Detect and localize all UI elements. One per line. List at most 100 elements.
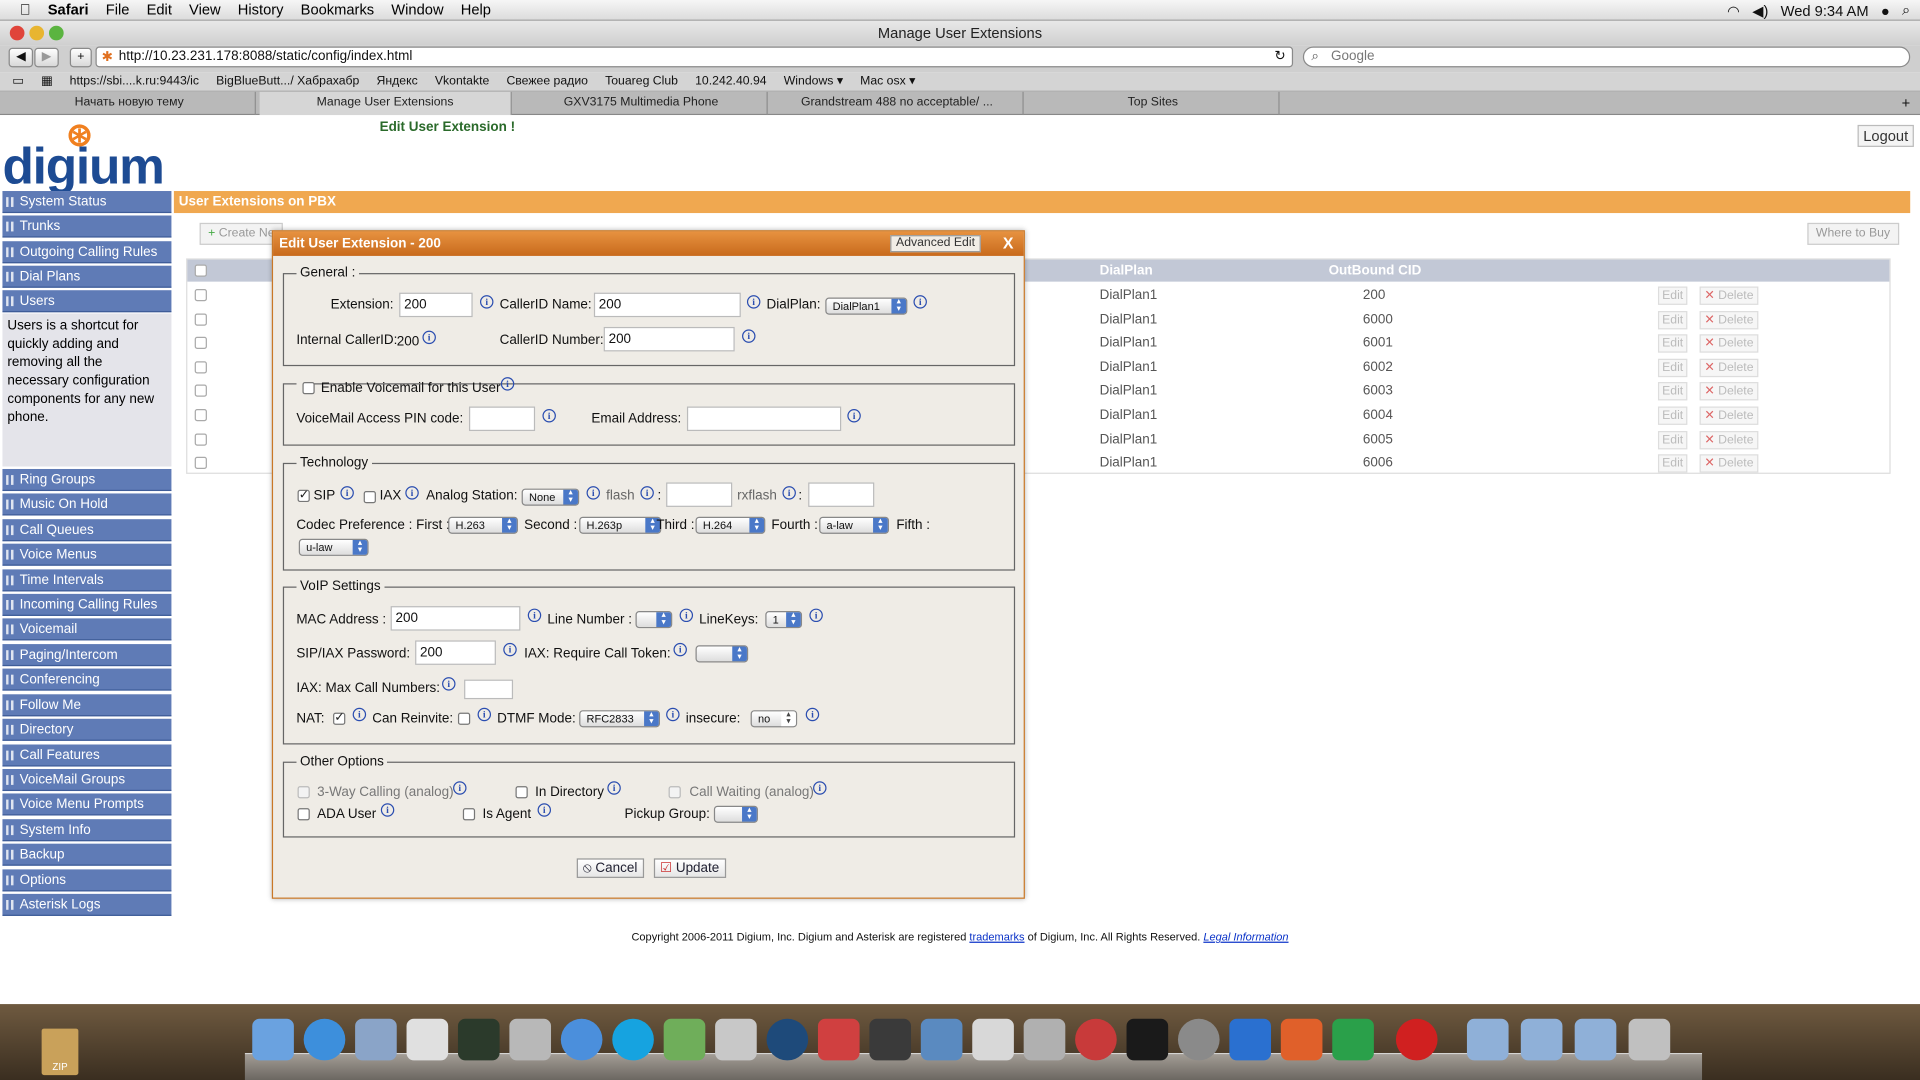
max-call-input[interactable] [464,679,514,700]
excel-icon[interactable] [1332,1018,1374,1061]
info-icon[interactable]: i [500,377,515,391]
info-icon[interactable]: i [607,781,621,795]
menu-edit[interactable]: Edit [147,1,172,18]
menu-file[interactable]: File [106,1,130,18]
trademarks-link[interactable]: trademarks [969,931,1024,943]
info-icon[interactable]: i [442,677,456,691]
sidebar-item-voice-menus[interactable]: Voice Menus [2,543,172,566]
reinvite-checkbox[interactable] [457,712,471,725]
edit-row-button[interactable]: Edit [1657,406,1688,425]
volume-icon[interactable]: ◀) [1752,2,1768,19]
iax-checkbox[interactable] [363,491,376,504]
sidebar-item-call-features[interactable]: Call Features [2,744,172,767]
info-icon[interactable]: i [380,803,395,817]
sidebar-item-dial-plans[interactable]: Dial Plans [2,265,172,288]
forward-button[interactable]: ▶ [34,47,59,68]
satellite-icon[interactable] [715,1018,757,1061]
installer-icon[interactable] [972,1018,1014,1061]
activity-monitor-icon[interactable] [457,1018,500,1061]
row-checkbox[interactable] [194,432,207,446]
sidebar-item-follow-me[interactable]: Follow Me [2,694,172,717]
search-field[interactable]: ⌕ Google [1302,46,1911,68]
is-agent-checkbox[interactable] [462,808,476,821]
info-icon[interactable]: i [405,486,419,500]
delete-row-button[interactable]: ✕ Delete [1699,406,1759,425]
bookmark-item[interactable]: Яндекс [377,75,418,88]
system-preferences-icon[interactable] [1177,1018,1220,1061]
create-user-button[interactable]: + Create Ne [199,222,284,245]
enable-voicemail-checkbox[interactable] [302,382,315,395]
menu-help[interactable]: Help [461,1,491,18]
info-icon[interactable]: i [480,295,494,309]
edit-row-button[interactable]: Edit [1657,310,1688,329]
sidebar-item-trunks[interactable]: Trunks [2,215,172,238]
close-window-icon[interactable] [9,25,25,41]
word-icon[interactable] [1229,1018,1272,1061]
close-dialog-button[interactable]: X [1003,231,1014,255]
zip-file-icon[interactable]: ZIP [41,1028,79,1076]
browser-tab[interactable]: Начать новую тему [4,91,256,116]
wifi-icon[interactable]: ◠ [1727,2,1740,19]
info-icon[interactable]: i [742,329,756,343]
terminal-c-icon[interactable] [766,1018,809,1061]
bookmark-item[interactable]: 10.242.40.94 [695,75,766,88]
browser-tab[interactable]: Top Sites [1027,91,1280,116]
pickup-group-select[interactable]: ▴ ▾ [713,805,758,823]
sidebar-item-system-status[interactable]: System Status [2,191,172,214]
codec-first-select[interactable]: H.263 ▴ ▾ [448,516,518,534]
sidebar-item-music-on-hold[interactable]: Music On Hold [2,493,172,516]
flash-input[interactable] [666,482,733,507]
info-icon[interactable]: i [813,781,827,795]
update-button[interactable]: ☑ Update [653,858,727,878]
bookmark-item[interactable]: Touareg Club [605,75,678,88]
mail-icon[interactable] [355,1018,397,1061]
sidebar-item-voicemail-groups[interactable]: VoiceMail Groups [2,768,172,792]
row-checkbox[interactable] [194,360,207,374]
analog-station-select[interactable]: None ▴ ▾ [521,488,580,506]
apple-menu-icon[interactable]:  [20,1,31,18]
network-utility-icon[interactable] [406,1018,449,1061]
sidebar-item-incoming-rules[interactable]: Incoming Calling Rules [2,593,172,616]
mac-input[interactable]: 200 [390,606,521,631]
edit-row-button[interactable]: Edit [1657,286,1688,305]
line-number-select[interactable]: ▴ ▾ [635,611,673,629]
menu-window[interactable]: Window [391,1,443,18]
url-field[interactable]: ✱ http://10.23.231.178:8088/static/confi… [95,46,1294,68]
where-to-buy-button[interactable]: Where to Buy [1807,222,1899,245]
menu-view[interactable]: View [189,1,221,18]
clock[interactable]: Wed 9:34 AM [1781,2,1869,19]
info-icon[interactable]: i [805,707,820,722]
delete-row-button[interactable]: ✕ Delete [1699,334,1759,353]
menu-app[interactable]: Safari [48,1,89,18]
pin-input[interactable] [468,406,536,432]
delete-row-button[interactable]: ✕ Delete [1699,286,1759,305]
codec-fifth-select[interactable]: u-law ▴ ▾ [298,538,369,556]
new-tab-icon[interactable]: + [1902,94,1911,111]
dialplan-select[interactable]: DialPlan1 ▴ ▾ [825,297,908,315]
zoom-window-icon[interactable] [48,25,64,41]
bookmark-item[interactable]: Mac osx ▾ [860,75,915,88]
call-token-select[interactable]: ▴ ▾ [695,645,749,663]
logout-button[interactable]: Logout [1857,124,1914,147]
rxflash-input[interactable] [808,482,875,507]
info-icon[interactable]: i [340,486,354,500]
sidebar-item-options[interactable]: Options [2,869,172,892]
delete-row-button[interactable]: ✕ Delete [1699,310,1759,329]
in-directory-checkbox[interactable] [515,786,528,799]
call-waiting-checkbox[interactable] [668,786,681,799]
edit-row-button[interactable]: Edit [1657,454,1688,473]
info-icon[interactable]: i [453,781,467,795]
safari-icon[interactable] [303,1018,346,1061]
sidebar-item-voice-menu-prompts[interactable]: Voice Menu Prompts [2,793,172,816]
virtualbox-icon[interactable] [920,1018,963,1061]
info-icon[interactable]: i [847,408,861,423]
info-icon[interactable]: i [503,642,517,657]
edit-row-button[interactable]: Edit [1657,358,1688,377]
info-icon[interactable]: i [782,486,796,500]
sidebar-item-system-info[interactable]: System Info [2,819,172,842]
sidebar-item-conferencing[interactable]: Conferencing [2,668,172,691]
back-button[interactable]: ◀ [8,47,34,68]
downloads-folder-icon[interactable] [1520,1018,1563,1061]
opera-icon[interactable] [1395,1018,1438,1061]
info-icon[interactable]: i [537,803,552,817]
